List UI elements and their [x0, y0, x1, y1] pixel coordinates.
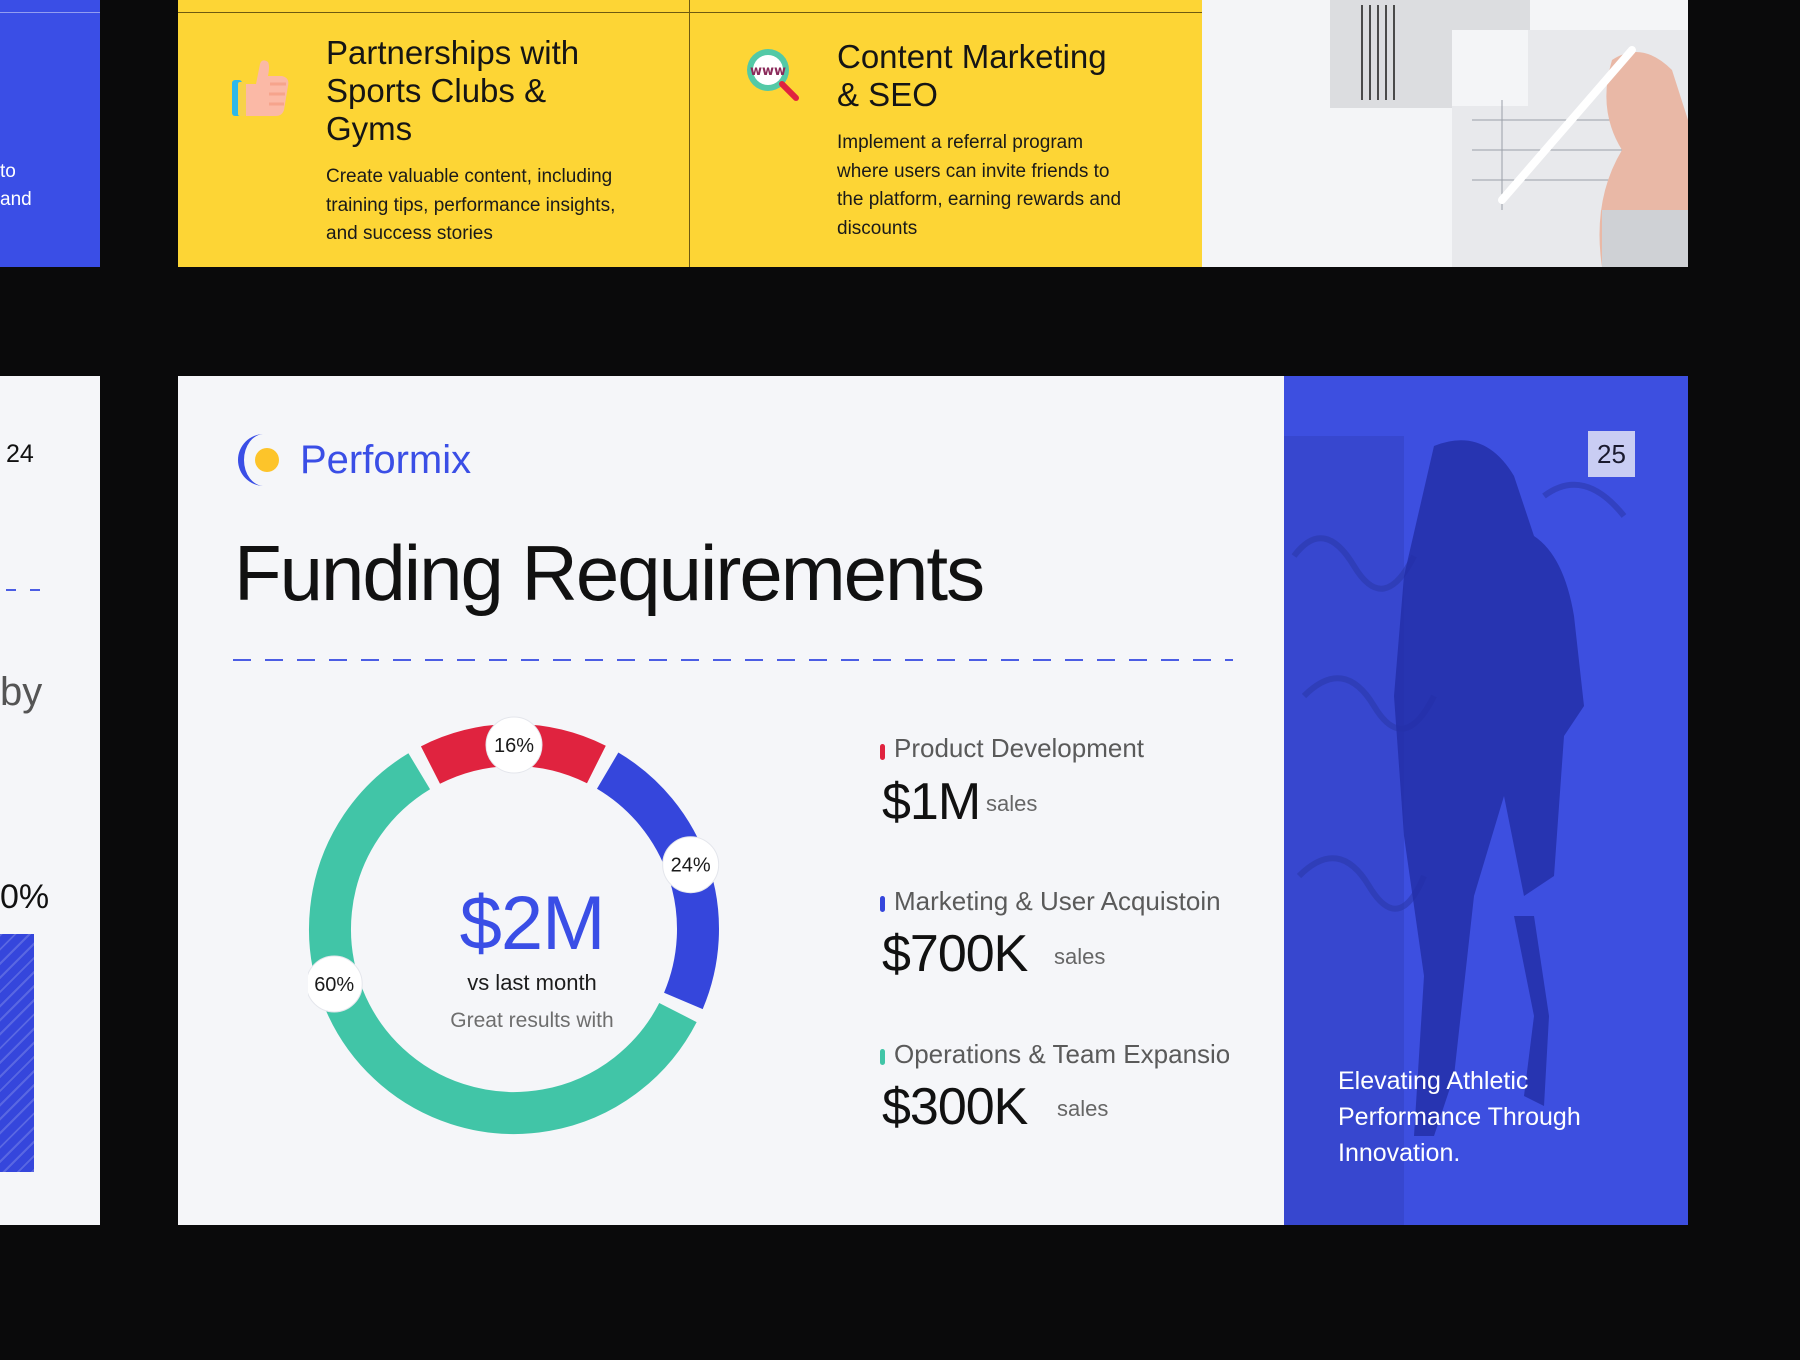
brand-name: Performix [300, 438, 472, 482]
fragment-text-line: to [0, 161, 16, 182]
slide-caption-line: Innovation. [1338, 1139, 1461, 1167]
segment-percent-label: 24% [671, 855, 711, 877]
segment-percent-label: 60% [314, 974, 354, 996]
legend-marker [880, 896, 885, 912]
divider-line [0, 12, 100, 13]
card-description: Create valuable content, including train… [326, 163, 615, 249]
fragment-percent: 0% [0, 878, 50, 916]
card-title: Partnerships with Sports Clubs & Gyms [326, 34, 579, 148]
notebook-photo [1202, 0, 1688, 267]
slide-caption-line: Elevating Athletic [1338, 1067, 1529, 1095]
card-title-line: Partnerships with [326, 34, 580, 71]
card-description-line: where users can invite friends to [837, 160, 1110, 182]
www-search-icon: www [744, 48, 802, 102]
card-title-line: & SEO [837, 76, 938, 113]
card-title: Content Marketing & SEO [837, 38, 1107, 114]
card-title-line: Gyms [326, 110, 413, 147]
slide-number: 25 [1588, 431, 1635, 477]
legend-marker [880, 744, 885, 760]
slide-caption: Elevating Athletic Performance Through I… [1338, 1063, 1581, 1171]
fund-label-clip: Product Development [894, 733, 1229, 777]
funding-requirements-slide: Performix Funding Requirements 16% 24% 60%… [178, 376, 1284, 1225]
donut-note: Great results with [450, 1009, 614, 1032]
page-title: Funding Requirements [234, 529, 985, 617]
fragment-text-line: and [0, 189, 32, 210]
svg-text:www: www [750, 64, 786, 79]
fragment-text: to and [0, 158, 100, 214]
fund-unit: sales [1054, 944, 1106, 969]
fund-label: Marketing & User Acquistoin [894, 886, 1221, 916]
slide-number: 24 [6, 440, 34, 468]
card-title-line: Content Marketing [837, 38, 1107, 75]
marketing-strategies-slide: Partnerships with Sports Clubs & Gyms Cr… [178, 0, 1202, 267]
card-description-line: training tips, performance insights, [326, 194, 616, 216]
card-description-line: Create valuable content, including [326, 166, 613, 187]
legend-marker [880, 1049, 885, 1065]
fund-amount: $700K [882, 925, 1028, 983]
fund-amount: $1M [882, 773, 981, 831]
donut-subtitle: vs last month [467, 970, 597, 995]
segment-percent-badge: 16% [485, 716, 543, 774]
top-left-slide-fragment: to and [0, 0, 100, 267]
fund-unit: sales [1057, 1096, 1109, 1121]
dashed-divider [6, 589, 46, 591]
divider-line [178, 12, 1202, 13]
fragment-text: by [0, 670, 43, 714]
performix-logo-icon [238, 432, 282, 488]
donut-total-value: $2M [459, 881, 606, 966]
card-description-line: the platform, earning rewards and [837, 189, 1122, 210]
fund-amount: $300K [882, 1078, 1028, 1136]
fund-label: Product Development [894, 733, 1145, 763]
fund-unit: sales [986, 791, 1038, 816]
card-description: Implement a referral program where users… [837, 129, 1121, 243]
card-description-line: discounts [837, 217, 918, 239]
card-description-line: and success stories [326, 223, 493, 244]
slide-caption-line: Performance Through [1338, 1103, 1581, 1131]
runner-photo-slide: 25 Elevating Athletic Performance Throug… [1284, 376, 1688, 1225]
card-title-line: Sports Clubs & [326, 72, 547, 109]
segment-percent-badge: 24% [662, 836, 720, 894]
bar-fragment [0, 934, 34, 1172]
dashed-divider [233, 659, 1233, 661]
fund-label: Operations & Team Expansion [894, 1039, 1229, 1069]
card-description-line: Implement a referral program [837, 132, 1084, 153]
column-divider [689, 0, 690, 267]
segment-percent-label: 16% [494, 735, 534, 757]
segment-percent-badge: 60% [308, 955, 363, 1013]
previous-slide-fragment: 24 by 0% [0, 376, 100, 1225]
thumbs-up-icon [232, 58, 290, 120]
